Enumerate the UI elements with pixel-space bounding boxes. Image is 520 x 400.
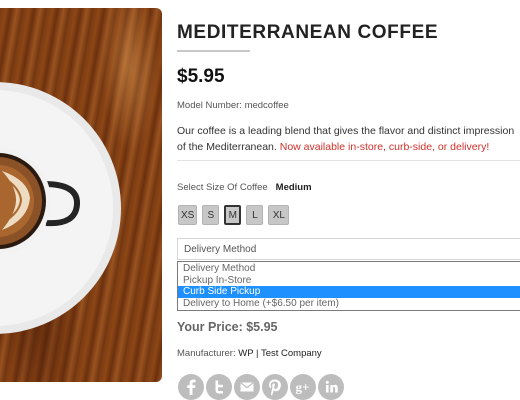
- delivery-option-method[interactable]: Delivery Method: [178, 263, 520, 275]
- email-icon[interactable]: [234, 374, 260, 400]
- size-option-l[interactable]: L: [246, 205, 264, 225]
- size-label-text: Select Size Of Coffee: [177, 182, 268, 193]
- size-option-xs[interactable]: XS: [178, 205, 198, 225]
- manufacturer-label: Manufacturer:: [177, 348, 239, 359]
- social-share-bar: g+: [178, 374, 344, 400]
- availability-text: Now available in-store, curb-side, or de…: [279, 140, 490, 153]
- delivery-option-curb-side[interactable]: Curb Side Pickup: [178, 286, 520, 298]
- size-option-s[interactable]: S: [202, 205, 220, 225]
- delivery-options-dropdown: Delivery Method Pickup In-Store Curb Sid…: [177, 261, 520, 311]
- coffee-cup-illustration: [0, 82, 121, 334]
- svg-text:g+: g+: [296, 380, 310, 395]
- twitter-icon[interactable]: [206, 374, 232, 400]
- size-selector: XS S M L XL: [178, 205, 290, 225]
- section-divider: [177, 160, 520, 161]
- delivery-method-select[interactable]: Delivery Method: [177, 238, 520, 260]
- size-option-m[interactable]: M: [224, 205, 242, 225]
- product-image: [0, 8, 162, 382]
- pinterest-icon[interactable]: [262, 374, 288, 400]
- model-number: Model Number: medcoffee: [177, 100, 289, 111]
- size-option-xl[interactable]: XL: [268, 205, 290, 225]
- google-plus-icon[interactable]: g+: [290, 374, 316, 400]
- linkedin-icon[interactable]: [318, 374, 344, 400]
- size-label: Select Size Of Coffee Medium: [177, 182, 312, 193]
- product-description: Our coffee is a leading blend that gives…: [177, 124, 517, 155]
- title-divider: [177, 50, 250, 52]
- delivery-option-pickup-in-store[interactable]: Pickup In-Store: [178, 275, 520, 287]
- manufacturer: Manufacturer: WP | Test Company: [177, 348, 322, 359]
- manufacturer-value: WP | Test Company: [238, 348, 322, 359]
- size-selected-value: Medium: [275, 182, 312, 193]
- product-title: MEDITERRANEAN COFFEE: [177, 22, 439, 43]
- facebook-icon[interactable]: [178, 374, 204, 400]
- product-price: $5.95: [177, 66, 225, 87]
- delivery-option-home[interactable]: Delivery to Home (+$6.50 per item): [178, 298, 520, 310]
- delivery-select-value: Delivery Method: [184, 244, 257, 255]
- your-price: Your Price: $5.95: [177, 320, 278, 334]
